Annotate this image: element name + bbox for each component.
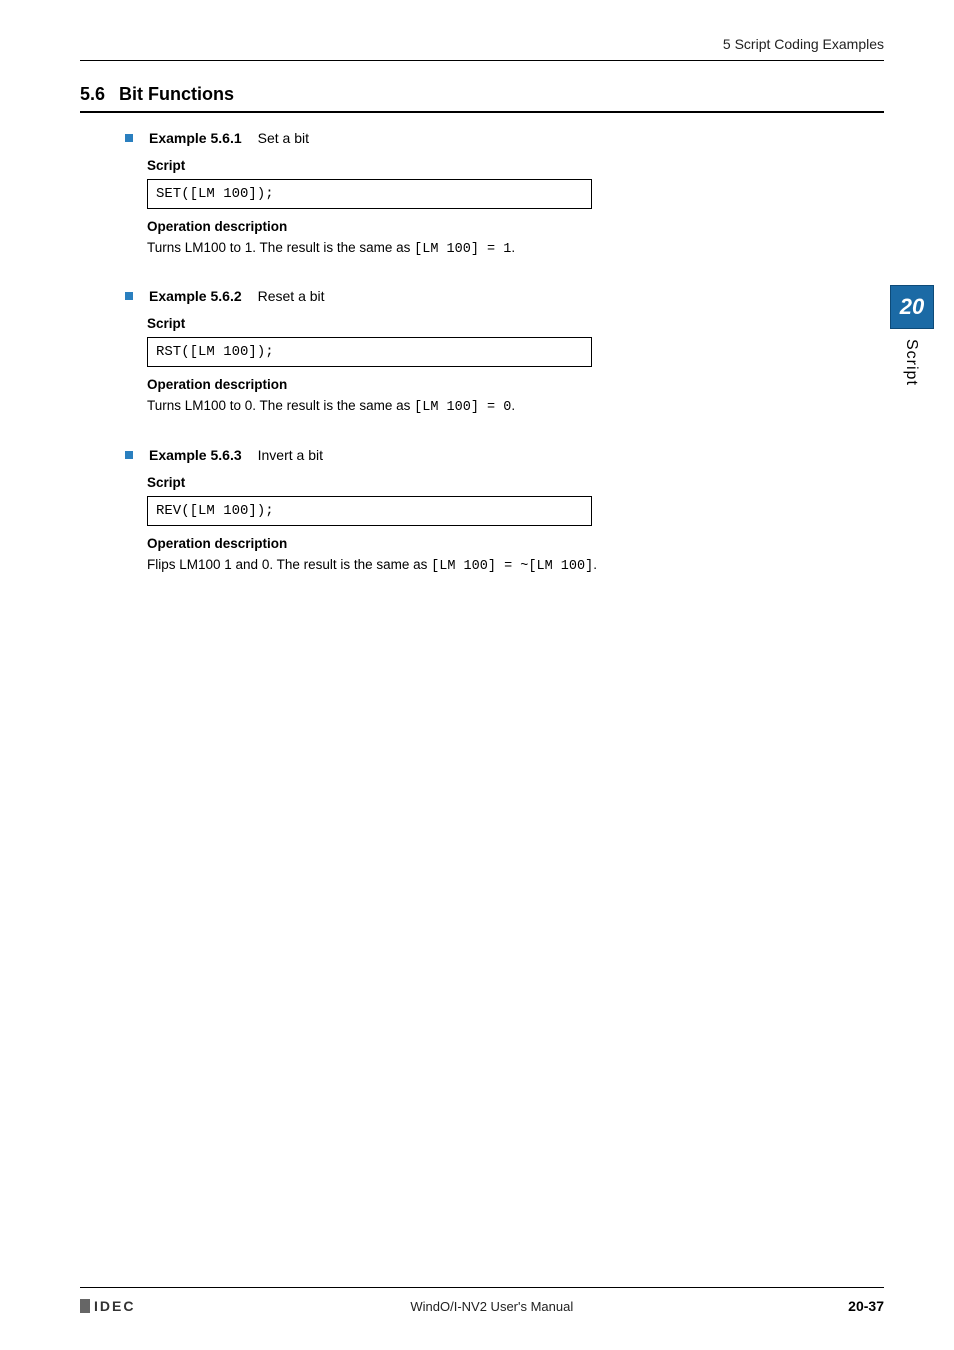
op-post: . bbox=[593, 557, 597, 572]
header-breadcrumb: 5 Script Coding Examples bbox=[80, 36, 884, 60]
op-pre: Flips LM100 1 and 0. The result is the s… bbox=[147, 557, 431, 572]
script-code: RST([LM 100]); bbox=[147, 337, 592, 367]
script-code: SET([LM 100]); bbox=[147, 179, 592, 209]
example-block: Example 5.6.3 Invert a bit Script REV([L… bbox=[125, 447, 704, 577]
op-pre: Turns LM100 to 0. The result is the same… bbox=[147, 398, 414, 413]
op-post: . bbox=[511, 398, 515, 413]
script-heading: Script bbox=[147, 475, 704, 490]
footer-page-number: 20-37 bbox=[848, 1298, 884, 1314]
op-post: . bbox=[511, 240, 515, 255]
script-code: REV([LM 100]); bbox=[147, 496, 592, 526]
logo-text: IDEC bbox=[94, 1298, 135, 1314]
header-rule bbox=[80, 60, 884, 61]
footer-rule bbox=[80, 1287, 884, 1288]
op-code: [LM 100] = 1 bbox=[414, 242, 511, 257]
square-bullet-icon bbox=[125, 451, 133, 459]
operation-desc-label: Operation description bbox=[147, 377, 704, 392]
logo-square-icon bbox=[80, 1299, 90, 1313]
operation-desc-text: Turns LM100 to 1. The result is the same… bbox=[147, 238, 704, 260]
script-heading: Script bbox=[147, 316, 704, 331]
script-heading: Script bbox=[147, 158, 704, 173]
operation-desc-text: Turns LM100 to 0. The result is the same… bbox=[147, 396, 704, 418]
footer-manual-title: WindO/I-NV2 User's Manual bbox=[410, 1299, 573, 1314]
example-label: Example 5.6.2 bbox=[149, 288, 242, 304]
example-title: Set a bit bbox=[258, 130, 309, 146]
operation-desc-label: Operation description bbox=[147, 536, 704, 551]
op-pre: Turns LM100 to 1. The result is the same… bbox=[147, 240, 414, 255]
chapter-tab-label: Script bbox=[902, 339, 920, 386]
op-code: [LM 100] = ~[LM 100] bbox=[431, 559, 593, 574]
square-bullet-icon bbox=[125, 134, 133, 142]
section-title: Bit Functions bbox=[119, 84, 234, 105]
operation-desc-label: Operation description bbox=[147, 219, 704, 234]
content-area: Example 5.6.1 Set a bit Script SET([LM 1… bbox=[125, 130, 704, 605]
footer-logo: IDEC bbox=[80, 1298, 135, 1314]
example-label: Example 5.6.3 bbox=[149, 447, 242, 463]
section-number: 5.6 bbox=[80, 84, 105, 105]
section-rule bbox=[80, 111, 884, 113]
example-title: Invert a bit bbox=[258, 447, 323, 463]
example-label: Example 5.6.1 bbox=[149, 130, 242, 146]
chapter-tab-number: 20 bbox=[890, 285, 934, 329]
side-tab: 20 Script bbox=[890, 285, 934, 386]
operation-desc-text: Flips LM100 1 and 0. The result is the s… bbox=[147, 555, 704, 577]
example-title: Reset a bit bbox=[258, 288, 325, 304]
square-bullet-icon bbox=[125, 292, 133, 300]
op-code: [LM 100] = 0 bbox=[414, 400, 511, 415]
example-block: Example 5.6.2 Reset a bit Script RST([LM… bbox=[125, 288, 704, 418]
example-block: Example 5.6.1 Set a bit Script SET([LM 1… bbox=[125, 130, 704, 260]
